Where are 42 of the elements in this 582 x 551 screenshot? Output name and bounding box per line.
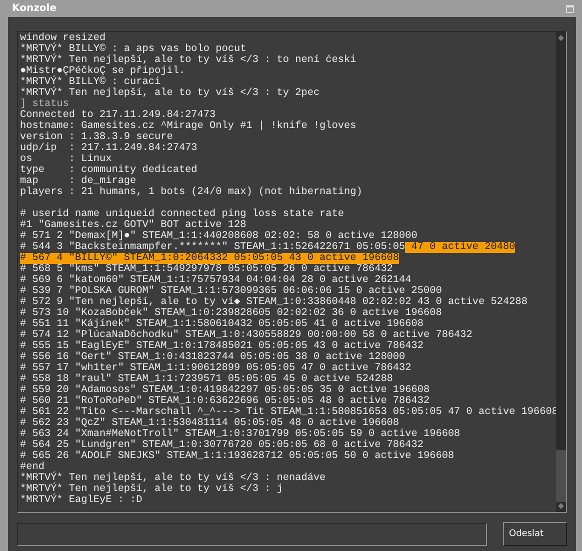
console-line: udp/ip : 217.11.249.84:27473 <box>20 143 198 154</box>
console-line: # 544 3 "Backsteinmampfer.*******" STEAM_1:1:526422671 05:05:05 <box>20 242 406 253</box>
send-button[interactable]: Odeslat <box>503 522 567 546</box>
console-line: os : Linux <box>20 154 112 165</box>
console-line: ] status <box>20 99 69 110</box>
console-line: # 568 5 "kms" STEAM_1:1:549297978 05:05:05 26 0 active 786432 <box>20 264 393 275</box>
console-line: # 572 9 "Ten nejlepší, ale to ty ví◆ STEAM_1:0:33860448 02:02:02 43 0 active 524288 <box>20 297 528 308</box>
console-line: *MRTVÝ* Ten nejlepší, ale to ty víš </3 : nenadáve <box>20 473 326 484</box>
console-line: # 560 21 "RoToRoPeD" STEAM_1:0:63622696 05:05:05 48 0 active 786432 <box>20 396 430 407</box>
console-line: #end <box>20 462 44 473</box>
console-line: map : de_mirage <box>20 176 136 187</box>
console-line: # 562 23 "QcZ" STEAM_1:1:530481114 05:05:05 48 0 active 196608 <box>20 418 400 429</box>
console-line: #1 "Gamesites.cz GOTV" BOT active 128 <box>20 220 246 231</box>
console-line: # 555 15 "EaglEyE" STEAM_1:0:178485021 05:05:05 43 0 active 786432 <box>20 341 424 352</box>
console-line: # 558 18 "raul" STEAM_1:1:7239571 05:05:05 45 0 active 524288 <box>20 374 393 385</box>
console-line: # 563 24 "Xman#MeNotTroll" STEAM_1:0:3701799 05:05:05 59 0 active 196608 <box>20 429 460 440</box>
window-title: Konzole <box>12 3 56 14</box>
console-line: *MRTVÝ* BILLY© : curaci <box>20 77 161 88</box>
console-line: window resized <box>20 33 106 44</box>
console-line: # 571 2 "Demax[M]●" STEAM_1:1:440208608 02:02: 58 0 active 128000 <box>20 231 418 242</box>
console-line: players : 21 humans, 1 bots (24/0 max) (not hibernating) <box>20 187 362 198</box>
console-line: type : community dedicated <box>20 165 198 176</box>
console-line: hostname: Gamesites.cz ^Mirage Only #1 | !knife !gloves <box>20 121 356 132</box>
console-line: # userid name uniqueid connected ping loss state rate <box>20 209 344 220</box>
console-line: *MRTVÝ* BILLY© : a aps vas bolo pocut <box>20 44 246 55</box>
console-line: # 573 10 "KozaBobček" STEAM_1:0:239828605 02:02:02 36 0 active 196608 <box>20 308 442 319</box>
console-line: # 551 11 "Kájínek" STEAM_1:1:580610432 05:05:05 41 0 active 196608 <box>20 319 424 330</box>
console-line: # 556 16 "Gert" STEAM_1:0:431823744 05:05:05 38 0 active 128000 <box>20 352 406 363</box>
console-line: *MRTVÝ* Ten nejlepší, ale to ty víš </3 : j <box>20 484 283 495</box>
console-line: # 559 20 "Adamosos" STEAM_1:0:419842297 05:05:05 35 0 active 196608 <box>20 385 430 396</box>
console-line: *MRTVÝ* Ten nejlepší, ale to ty víš </3 : ty 2pec <box>20 88 320 99</box>
console-line: # 569 6 "katom60" STEAM_1:1:75757934 04:04:04 28 0 active 262144 <box>20 275 412 286</box>
console-line: version : 1.38.3.9 secure <box>20 132 173 143</box>
console-line: Connected to 217.11.249.84:27473 <box>20 110 216 121</box>
console-line: # 565 26 "ADOLF SNEJKS" STEAM_1:1:193628712 05:05:05 50 0 active 196608 <box>20 451 454 462</box>
console-line: # 574 12 "PlúcaNaDôchodku" STEAM_1:0:430558829 00:00:00 58 0 active 786432 <box>20 330 472 341</box>
console-line: *MRTVÝ* EaglEyE : :D <box>20 495 142 506</box>
console-line: ●Mistr●ÇPéčkoÇ se připojil. <box>20 66 186 77</box>
console-line: # 564 25 "Lundgren" STEAM_1:0:30776720 05:05:05 68 0 active 786432 <box>20 440 424 451</box>
console-line: # 539 7 "POLSKA GUROM" STEAM_1:1:573099365 06:06:06 15 0 active 25000 <box>20 286 442 297</box>
console-line: *MRTVÝ* Ten nejlepší, ale to ty víš </3 : to není ćeski <box>20 55 356 66</box>
console-line: # 557 17 "wh1ter" STEAM_1:1:90612899 05:05:05 47 0 active 786432 <box>20 363 412 374</box>
